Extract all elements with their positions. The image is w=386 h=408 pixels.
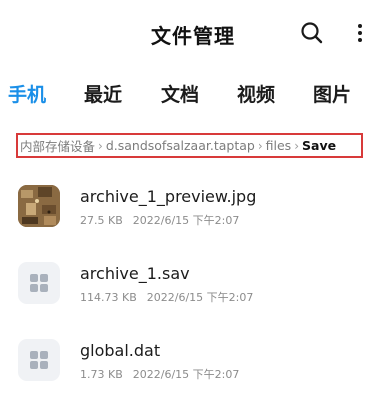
page-title: 文件管理 xyxy=(151,24,235,48)
file-meta: 114.73 KB 2022/6/15 下午2:07 xyxy=(80,289,253,305)
tab-recent[interactable]: 最近 xyxy=(84,78,122,112)
breadcrumb: 内部存储设备 › d.sandsofsalzaar.taptap › files… xyxy=(16,133,363,158)
file-size: 114.73 KB xyxy=(80,291,137,304)
file-name: archive_1_preview.jpg xyxy=(80,187,257,206)
generic-file-icon xyxy=(18,339,60,381)
file-list-item[interactable]: global.dat 1.73 KB 2022/6/15 下午2:07 xyxy=(0,339,386,399)
generic-file-icon xyxy=(18,262,60,304)
more-vertical-icon[interactable] xyxy=(352,20,368,46)
file-size: 27.5 KB xyxy=(80,214,123,227)
file-name: global.dat xyxy=(80,341,161,360)
file-meta: 1.73 KB 2022/6/15 下午2:07 xyxy=(80,366,239,382)
app-header: 文件管理 xyxy=(0,0,386,66)
file-list-item[interactable]: archive_1_preview.jpg 27.5 KB 2022/6/15 下… xyxy=(0,185,386,245)
breadcrumb-item-current: Save xyxy=(302,138,337,153)
file-size: 1.73 KB xyxy=(80,368,123,381)
category-tabs: 手机 最近 文档 视频 图片 xyxy=(0,78,386,114)
file-name: archive_1.sav xyxy=(80,264,190,283)
file-meta: 27.5 KB 2022/6/15 下午2:07 xyxy=(80,212,239,228)
chevron-right-icon: › xyxy=(294,138,299,153)
image-thumbnail xyxy=(18,185,60,227)
tab-phone[interactable]: 手机 xyxy=(8,78,46,112)
breadcrumb-item-internal-storage[interactable]: 内部存储设备 xyxy=(20,136,95,155)
tab-videos[interactable]: 视频 xyxy=(237,78,275,112)
breadcrumb-item-files[interactable]: files xyxy=(266,138,292,153)
file-date: 2022/6/15 下午2:07 xyxy=(146,291,254,304)
search-icon[interactable] xyxy=(299,20,325,46)
chevron-right-icon: › xyxy=(98,138,103,153)
tab-documents[interactable]: 文档 xyxy=(161,78,199,112)
breadcrumb-item-package[interactable]: d.sandsofsalzaar.taptap xyxy=(106,138,255,153)
file-date: 2022/6/15 下午2:07 xyxy=(132,214,240,227)
tab-images[interactable]: 图片 xyxy=(313,78,351,112)
file-date: 2022/6/15 下午2:07 xyxy=(132,368,240,381)
file-list-item[interactable]: archive_1.sav 114.73 KB 2022/6/15 下午2:07 xyxy=(0,262,386,322)
chevron-right-icon: › xyxy=(257,138,263,153)
